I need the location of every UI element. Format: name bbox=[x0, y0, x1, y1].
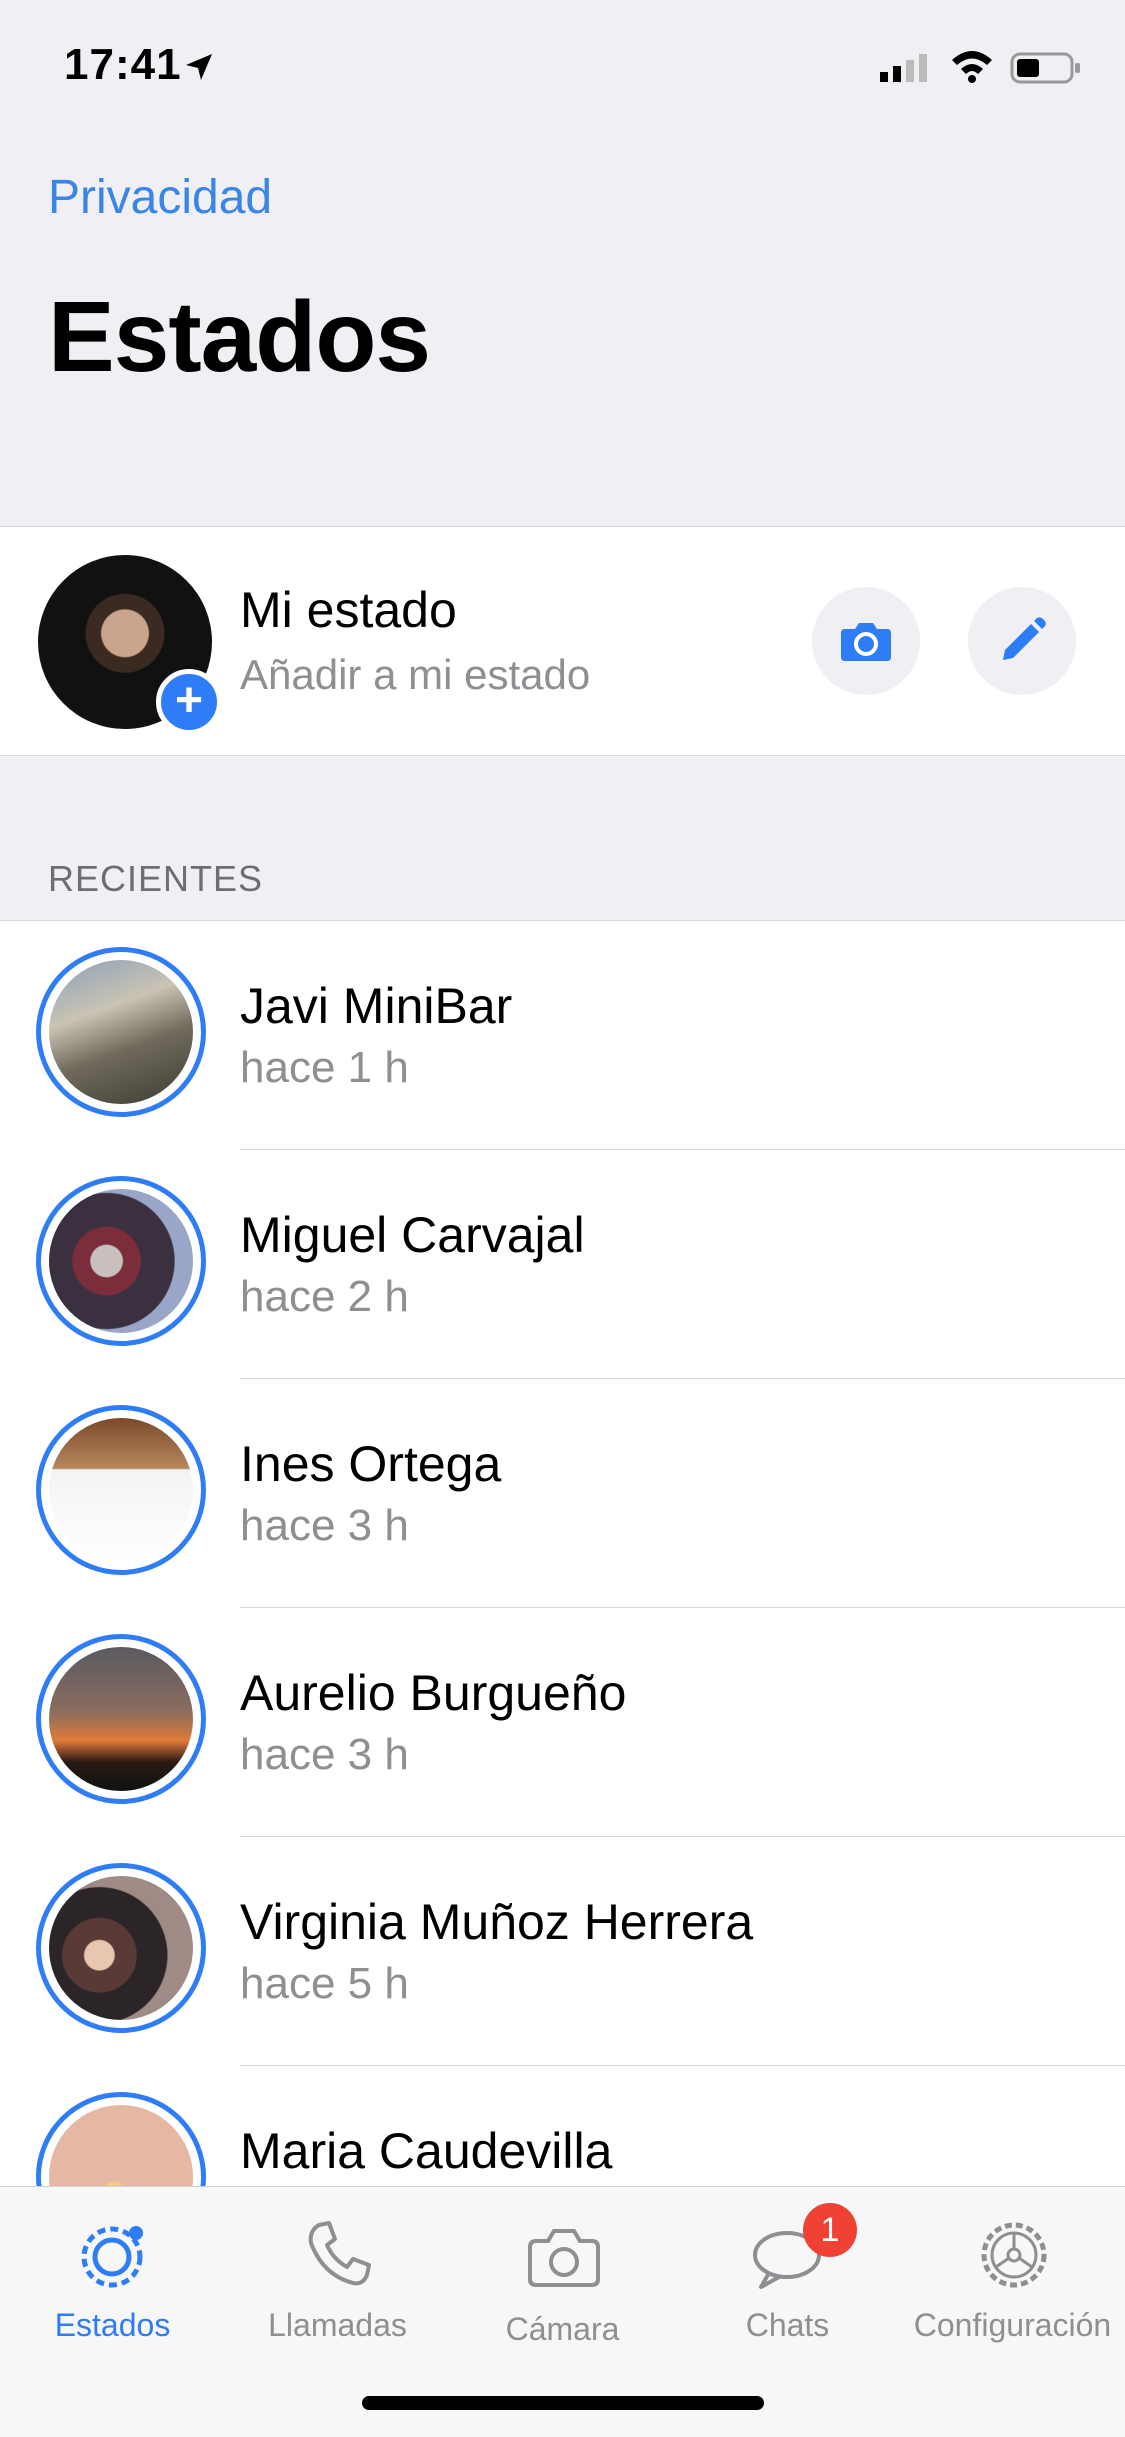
list-item[interactable]: Miguel Carvajal hace 2 h bbox=[0, 1150, 1125, 1379]
tab-label: Chats bbox=[745, 2307, 830, 2343]
privacy-link[interactable]: Privacidad bbox=[48, 170, 272, 225]
status-ring bbox=[36, 2092, 206, 2187]
my-status-row[interactable]: + Mi estado Añadir a mi estado bbox=[0, 526, 1125, 756]
avatar bbox=[49, 960, 193, 1104]
list-item[interactable]: Javi MiniBar hace 1 h bbox=[0, 921, 1125, 1150]
location-arrow-icon bbox=[186, 54, 212, 80]
text-status-button[interactable] bbox=[968, 587, 1076, 695]
home-indicator bbox=[362, 2396, 764, 2410]
contact-name: Javi MiniBar bbox=[240, 978, 513, 1034]
wifi-icon bbox=[952, 51, 992, 83]
signal-icon bbox=[880, 54, 927, 82]
status-time-ago: hace 2 h bbox=[240, 1272, 409, 1321]
phone-icon bbox=[308, 2221, 371, 2286]
section-header-recent: RECIENTES bbox=[48, 858, 264, 899]
status-time-ago: hace 5 h bbox=[240, 1959, 409, 2008]
tab-label: Llamadas bbox=[268, 2307, 407, 2343]
avatar bbox=[49, 2105, 193, 2187]
status-icon bbox=[81, 2226, 143, 2288]
avatar bbox=[49, 1418, 193, 1562]
camera-status-button[interactable] bbox=[812, 587, 920, 695]
battery-icon bbox=[1010, 52, 1080, 84]
pencil-icon bbox=[1003, 617, 1046, 660]
unread-badge: 1 bbox=[803, 2203, 857, 2257]
status-ring bbox=[36, 947, 206, 1117]
status-ring bbox=[36, 1176, 206, 1346]
camera-icon bbox=[528, 2229, 600, 2287]
contact-name: Aurelio Burgueño bbox=[240, 1665, 627, 1721]
status-time-ago: hace 1 h bbox=[240, 1043, 409, 1092]
camera-icon bbox=[841, 623, 891, 661]
status-list: Javi MiniBar hace 1 h Miguel Carvajal ha… bbox=[0, 920, 1125, 2187]
my-status-name: Mi estado bbox=[240, 582, 457, 638]
contact-name: Miguel Carvajal bbox=[240, 1207, 585, 1263]
status-ring bbox=[36, 1405, 206, 1575]
status-time-ago: hace 3 h bbox=[240, 1730, 409, 1779]
status-ring bbox=[36, 1634, 206, 1804]
avatar bbox=[49, 1647, 193, 1791]
status-time-ago: hace 3 h bbox=[240, 1501, 409, 1550]
tab-label: Estados bbox=[54, 2307, 171, 2343]
status-time: 17:41 bbox=[64, 40, 182, 89]
contact-name: Ines Ortega bbox=[240, 1436, 502, 1492]
list-item[interactable]: Virginia Muñoz Herrera hace 5 h bbox=[0, 1837, 1125, 2066]
list-item[interactable]: Ines Ortega hace 3 h bbox=[0, 1379, 1125, 1608]
my-status-subtitle: Añadir a mi estado bbox=[240, 651, 591, 698]
list-item[interactable]: Maria Caudevilla bbox=[0, 2066, 1125, 2187]
tab-label: Cámara bbox=[505, 2311, 620, 2347]
contact-name: Virginia Muñoz Herrera bbox=[240, 1894, 754, 1950]
contact-name: Maria Caudevilla bbox=[240, 2123, 613, 2179]
add-status-plus-icon[interactable]: + bbox=[156, 669, 222, 735]
avatar bbox=[49, 1189, 193, 1333]
status-ring bbox=[36, 1863, 206, 2033]
avatar bbox=[49, 1876, 193, 2020]
page-title: Estados bbox=[48, 281, 431, 393]
tab-label: Configuración bbox=[913, 2307, 1112, 2343]
list-item[interactable]: Aurelio Burgueño hace 3 h bbox=[0, 1608, 1125, 1837]
gear-icon bbox=[981, 2222, 1047, 2288]
